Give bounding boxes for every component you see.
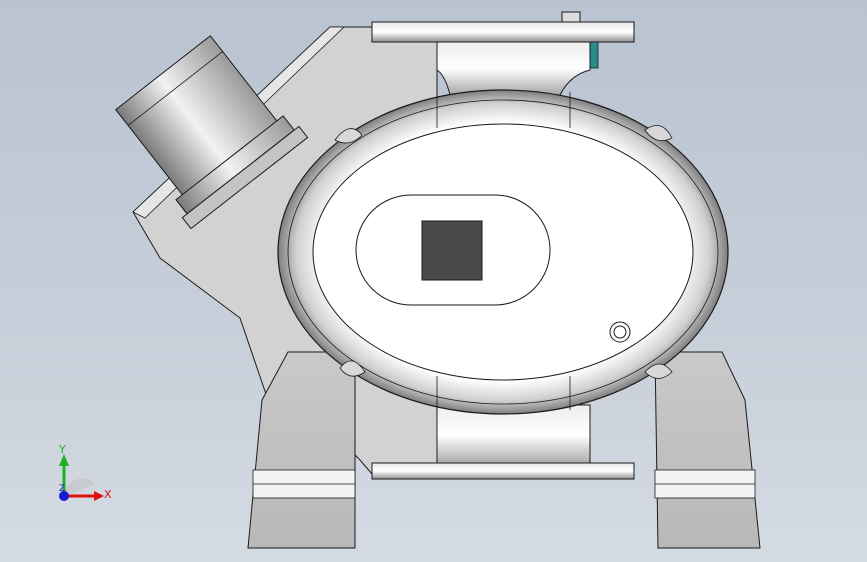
circular-port-icon [609,321,631,343]
triad-x-label: X [104,488,112,501]
triad-y-label: Y [59,443,66,456]
sensor-square [421,220,483,281]
sensor-window [355,194,551,306]
3d-viewport[interactable]: Y X Z [0,0,867,562]
coordinate-triad-icon [59,454,104,501]
triad-z-label: Z [59,484,66,494]
right-leg [654,351,761,549]
cad-model[interactable] [0,0,867,562]
